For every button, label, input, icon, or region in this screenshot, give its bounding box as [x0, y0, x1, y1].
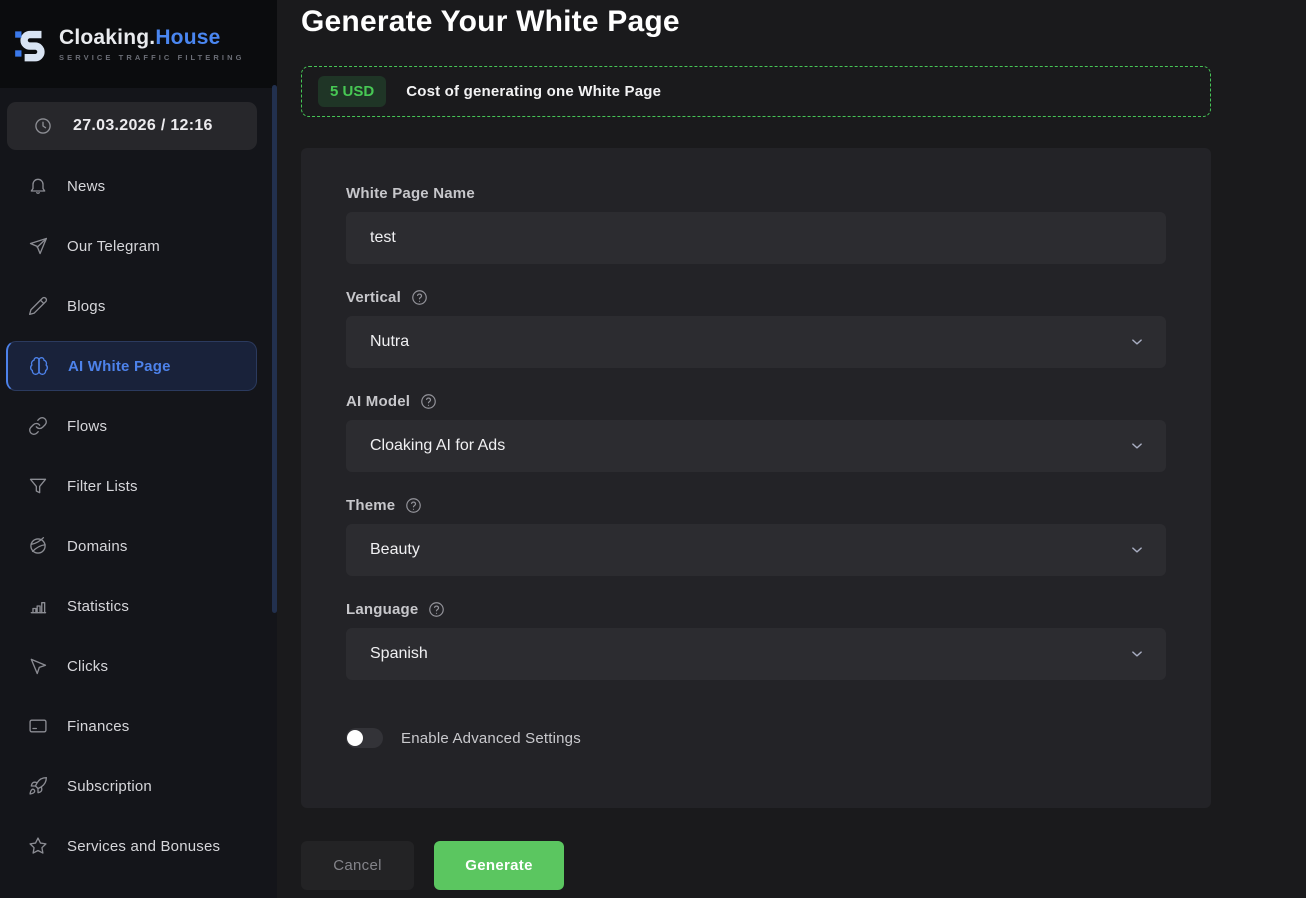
brand-name-accent: House — [155, 26, 220, 49]
sidebar-item-filter-lists[interactable]: Filter Lists — [0, 456, 277, 516]
sidebar-item-label: News — [67, 178, 105, 195]
white-page-name-label: White Page Name — [346, 185, 475, 202]
link-icon — [28, 416, 48, 436]
generate-button[interactable]: Generate — [434, 841, 564, 890]
star-icon — [28, 836, 48, 856]
sidebar-item-label: Finances — [67, 718, 129, 735]
chevron-down-icon — [1128, 333, 1146, 351]
sidebar-item-label: Clicks — [67, 658, 108, 675]
brand-logo[interactable]: Cloaking.House SERVICE TRAFFIC FILTERING — [0, 0, 277, 88]
help-icon[interactable] — [419, 392, 438, 411]
funnel-icon — [28, 476, 48, 496]
form-actions: Cancel Generate — [301, 841, 1306, 890]
sidebar-item-domains[interactable]: Domains — [0, 516, 277, 576]
chevron-down-icon — [1128, 437, 1146, 455]
cost-badge: 5 USD — [318, 76, 386, 107]
cost-banner-text: Cost of generating one White Page — [406, 83, 661, 100]
sidebar-item-label: Subscription — [67, 778, 152, 795]
clock-icon — [33, 116, 53, 136]
language-select-value: Spanish — [370, 645, 1128, 663]
advanced-settings-row: Enable Advanced Settings — [346, 728, 1166, 748]
bell-icon — [28, 176, 48, 196]
language-label: Language — [346, 601, 418, 618]
help-icon[interactable] — [404, 496, 423, 515]
sidebar-item-label: Statistics — [67, 598, 129, 615]
ai-model-label: AI Model — [346, 393, 410, 410]
bar-chart-icon — [28, 596, 48, 616]
field-ai-model: AI Model Cloaking AI for Ads — [346, 392, 1166, 472]
datetime-display: 27.03.2026 / 12:16 — [7, 102, 257, 150]
chevron-down-icon — [1128, 541, 1146, 559]
ai-model-select-value: Cloaking AI for Ads — [370, 437, 1128, 455]
brand-tagline: SERVICE TRAFFIC FILTERING — [59, 53, 245, 62]
pencil-icon — [28, 296, 48, 316]
brain-icon — [29, 356, 49, 376]
sidebar-scrollbar-thumb[interactable] — [272, 85, 277, 613]
sidebar-item-subscription[interactable]: Subscription — [0, 756, 277, 816]
language-select[interactable]: Spanish — [346, 628, 1166, 680]
advanced-settings-toggle[interactable] — [346, 728, 383, 748]
sidebar-item-ai-white-page[interactable]: AI White Page — [6, 341, 257, 391]
theme-select[interactable]: Beauty — [346, 524, 1166, 576]
credit-card-icon — [28, 716, 48, 736]
sidebar-item-our-telegram[interactable]: Our Telegram — [0, 216, 277, 276]
sidebar-item-label: Services and Bonuses — [67, 838, 220, 855]
sidebar-item-label: Our Telegram — [67, 238, 160, 255]
sidebar-item-finances[interactable]: Finances — [0, 696, 277, 756]
sidebar: Cloaking.House SERVICE TRAFFIC FILTERING… — [0, 0, 277, 898]
field-white-page-name: White Page Name — [346, 184, 1166, 264]
vertical-select[interactable]: Nutra — [346, 316, 1166, 368]
cost-banner: 5 USD Cost of generating one White Page — [301, 66, 1211, 117]
sidebar-item-label: Flows — [67, 418, 107, 435]
brand-logo-icon — [12, 24, 52, 64]
cursor-icon — [28, 656, 48, 676]
globe-icon — [28, 536, 48, 556]
field-language: Language Spanish — [346, 600, 1166, 680]
field-vertical: Vertical Nutra — [346, 288, 1166, 368]
sidebar-item-statistics[interactable]: Statistics — [0, 576, 277, 636]
rocket-icon — [28, 776, 48, 796]
toggle-knob — [347, 730, 363, 746]
sidebar-item-label: Filter Lists — [67, 478, 138, 495]
sidebar-item-flows[interactable]: Flows — [0, 396, 277, 456]
vertical-label: Vertical — [346, 289, 401, 306]
cancel-button[interactable]: Cancel — [301, 841, 414, 890]
white-page-form: White Page Name Vertical Nutra AI Model — [301, 148, 1211, 808]
help-icon[interactable] — [410, 288, 429, 307]
brand-name: Cloaking. — [59, 26, 155, 49]
theme-label: Theme — [346, 497, 395, 514]
datetime-text: 27.03.2026 / 12:16 — [73, 117, 213, 135]
theme-select-value: Beauty — [370, 541, 1128, 559]
vertical-select-value: Nutra — [370, 333, 1128, 351]
sidebar-item-label: Blogs — [67, 298, 106, 315]
ai-model-select[interactable]: Cloaking AI for Ads — [346, 420, 1166, 472]
white-page-name-input[interactable] — [346, 212, 1166, 264]
main-content: Generate Your White Page 5 USD Cost of g… — [277, 0, 1306, 898]
brand-text: Cloaking.House SERVICE TRAFFIC FILTERING — [59, 26, 245, 62]
sidebar-item-blogs[interactable]: Blogs — [0, 276, 277, 336]
paper-plane-icon — [28, 236, 48, 256]
field-theme: Theme Beauty — [346, 496, 1166, 576]
sidebar-item-clicks[interactable]: Clicks — [0, 636, 277, 696]
sidebar-item-services-and-bonuses[interactable]: Services and Bonuses — [0, 816, 277, 876]
page-title: Generate Your White Page — [301, 0, 1306, 44]
sidebar-item-label: Domains — [67, 538, 128, 555]
sidebar-item-label: AI White Page — [68, 358, 171, 375]
sidebar-nav: News Our Telegram Blogs AI White Page Fl… — [0, 156, 277, 876]
app-window: Cloaking.House SERVICE TRAFFIC FILTERING… — [0, 0, 1306, 898]
sidebar-item-news[interactable]: News — [0, 156, 277, 216]
chevron-down-icon — [1128, 645, 1146, 663]
advanced-settings-label: Enable Advanced Settings — [401, 730, 581, 747]
help-icon[interactable] — [427, 600, 446, 619]
